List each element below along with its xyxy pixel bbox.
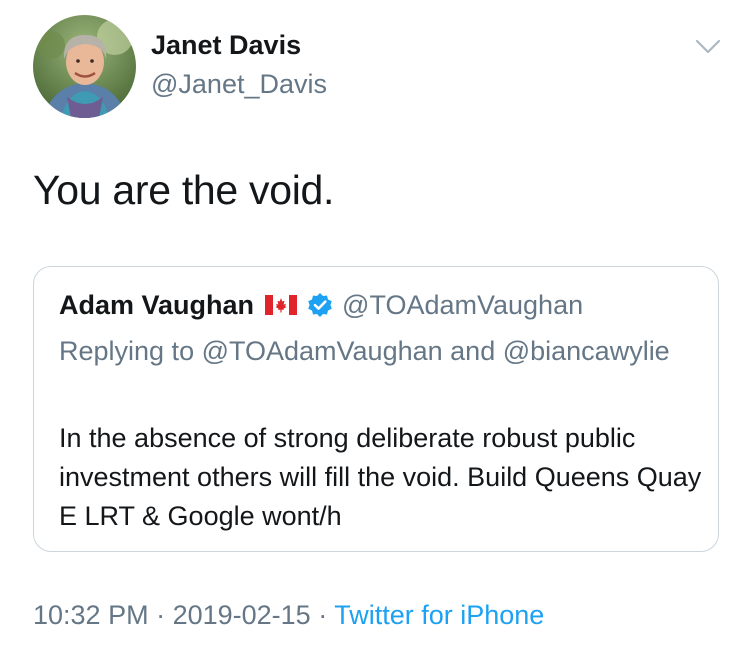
tweet-text: You are the void. — [33, 167, 335, 213]
replying-to: Replying to @TOAdamVaughan and @biancawy… — [59, 330, 679, 372]
quoted-tweet-card[interactable]: Adam Vaughan @TOAdamVaughan Replying to … — [33, 266, 719, 552]
meta-separator: · — [148, 600, 173, 630]
replying-to-and: and — [442, 336, 503, 366]
quoted-author-handle: @TOAdamVaughan — [342, 289, 584, 320]
verified-badge-icon — [307, 292, 333, 318]
tweet-time[interactable]: 10:32 PM — [33, 600, 149, 630]
avatar[interactable] — [33, 15, 136, 118]
replying-to-mention[interactable]: @TOAdamVaughan — [202, 336, 443, 366]
author-display-name[interactable]: Janet Davis — [151, 30, 301, 61]
tweet: Janet Davis @Janet_Davis You are the voi… — [0, 0, 741, 666]
tweet-date[interactable]: 2019-02-15 — [173, 600, 311, 630]
author-handle[interactable]: @Janet_Davis — [151, 69, 327, 100]
replying-to-mention[interactable]: @biancawylie — [503, 336, 670, 366]
meta-separator: · — [310, 600, 335, 630]
replying-to-prefix: Replying to — [59, 336, 202, 366]
quoted-tweet-text: In the absence of strong deliberate robu… — [59, 423, 702, 531]
tweet-source-link[interactable]: Twitter for iPhone — [334, 600, 544, 630]
quoted-author-name: Adam Vaughan — [59, 289, 255, 320]
chevron-down-icon[interactable] — [695, 38, 721, 56]
tweet-metadata: 10:32 PM · 2019-02-15 · Twitter for iPho… — [33, 600, 544, 631]
profile-photo — [33, 15, 136, 118]
quoted-tweet-header: Adam Vaughan @TOAdamVaughan — [59, 287, 583, 323]
canada-flag-icon — [265, 295, 298, 315]
